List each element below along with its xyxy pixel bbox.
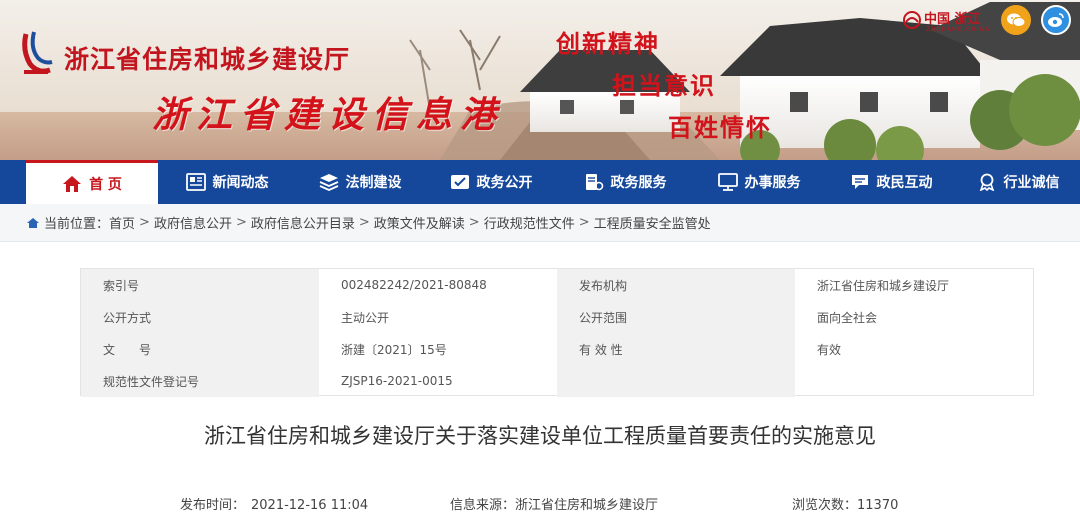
breadcrumb-separator: > (235, 215, 247, 230)
weibo-button[interactable] (1041, 5, 1071, 35)
breadcrumb-link[interactable]: 政府信息公开 (154, 213, 232, 232)
header-banner: 浙江省住房和城乡建设厅 浙江省建设信息港 创新精神 担当意识 百姓情怀 中国 浙… (0, 0, 1080, 160)
main-nav: 首 页 新闻动态 法制建设 政务公开 政务服务 办事服务 政民互动 行业诚信 (0, 160, 1080, 204)
info-value (795, 365, 1033, 397)
table-row: 文 号 浙建〔2021〕15号 有 效 性 有效 (81, 333, 1033, 365)
publish-time-label: 发布时间： (180, 498, 246, 513)
view-count-label: 浏览次数： (792, 498, 858, 513)
site-logo-icon[interactable] (20, 30, 54, 76)
nav-item-integrity[interactable]: 行业诚信 (956, 160, 1080, 204)
nav-item-affairs[interactable]: 办事服务 (692, 160, 826, 204)
breadcrumb-label: 当前位置： (44, 217, 110, 232)
slogan-2: 担当意识 (612, 71, 716, 100)
breadcrumb: 当前位置： 首页 > 政府信息公开 > 政府信息公开目录 > 政策文件及解读 >… (0, 204, 1080, 242)
breadcrumb-separator: > (139, 215, 150, 230)
info-value: 浙建〔2021〕15号 (341, 342, 447, 357)
info-label: 规范性文件登记号 (81, 365, 319, 397)
info-value: 主动公开 (341, 310, 390, 325)
wechat-button[interactable] (1001, 5, 1031, 35)
china-logo-icon (903, 11, 921, 29)
site-title: 浙江省住房和城乡建设厅 (64, 45, 351, 74)
nav-item-public[interactable]: 政务公开 (424, 160, 558, 204)
slogan-3: 百姓情怀 (668, 113, 772, 142)
slogan-1: 创新精神 (556, 29, 660, 58)
info-value: 有效 (817, 342, 842, 357)
breadcrumb-separator: > (468, 215, 480, 230)
nav-label-interaction: 政民互动 (876, 175, 933, 191)
info-value: ZJSP16-2021-0015 (341, 374, 453, 388)
china-logo-subtext: ZHEJIANG.CHINA (926, 26, 991, 33)
zhejiang-china-logo[interactable]: 中国 浙江 ZHEJIANG.CHINA (902, 8, 990, 38)
breadcrumb-link[interactable]: 工程质量安全监管处 (594, 213, 711, 232)
info-value: 002482242/2021-80848 (341, 278, 487, 292)
nav-label-service: 政务服务 (610, 175, 667, 191)
info-label: 发布机构 (557, 269, 795, 301)
breadcrumb-link[interactable]: 首页 (109, 213, 135, 232)
nav-label-affairs: 办事服务 (744, 175, 801, 191)
monitor-icon (717, 173, 738, 191)
location-home-icon (27, 217, 39, 228)
china-logo-text: 中国 浙江 (924, 12, 981, 27)
view-count: 浏览次数：11370 (792, 494, 898, 513)
breadcrumb-separator: > (358, 215, 370, 230)
nav-label-integrity: 行业诚信 (1003, 175, 1060, 191)
breadcrumb-link[interactable]: 政府信息公开目录 (251, 213, 355, 232)
document-info-table: 索引号 002482242/2021-80848 发布机构 浙江省住房和城乡建设… (80, 268, 1034, 397)
view-count-value: 11370 (857, 498, 899, 513)
article-title: 浙江省住房和城乡建设厅关于落实建设单位工程质量首要责任的实施意见 (204, 424, 876, 448)
wechat-icon (1007, 13, 1026, 27)
nav-label-news: 新闻动态 (212, 175, 269, 191)
source: 信息来源：浙江省住房和城乡建设厅 (450, 494, 658, 513)
table-row: 索引号 002482242/2021-80848 发布机构 浙江省住房和城乡建设… (81, 269, 1033, 301)
weibo-icon (1048, 13, 1064, 27)
source-label: 信息来源： (450, 498, 516, 513)
service-icon (585, 174, 603, 191)
news-icon (185, 173, 206, 191)
info-value: 浙江省住房和城乡建设厅 (817, 278, 950, 293)
badge-icon (979, 173, 994, 191)
nav-label-public: 政务公开 (476, 175, 533, 191)
breadcrumb-link[interactable]: 行政规范性文件 (484, 213, 575, 232)
layers-icon (319, 174, 338, 191)
nav-item-legal[interactable]: 法制建设 (296, 160, 424, 204)
breadcrumb-link[interactable]: 政策文件及解读 (374, 213, 465, 232)
info-value: 面向全社会 (817, 310, 878, 325)
public-icon (450, 175, 469, 189)
chat-icon (851, 175, 868, 189)
info-label: 有 效 性 (557, 333, 795, 365)
info-label (557, 365, 795, 397)
brand-title: 浙江省建设信息港 (152, 94, 505, 136)
source-value: 浙江省住房和城乡建设厅 (515, 498, 659, 513)
info-label: 公开范围 (557, 301, 795, 333)
table-row: 公开方式 主动公开 公开范围 面向全社会 (81, 301, 1033, 333)
info-label: 文 号 (81, 333, 319, 365)
nav-label-legal: 法制建设 (345, 175, 402, 191)
breadcrumb-separator: > (578, 215, 590, 230)
nav-item-news[interactable]: 新闻动态 (158, 160, 296, 204)
nav-label-home: 首 页 (89, 176, 122, 193)
nav-item-home[interactable]: 首 页 (26, 160, 158, 204)
info-label: 索引号 (81, 269, 319, 301)
nav-item-interaction[interactable]: 政民互动 (826, 160, 956, 204)
table-row: 规范性文件登记号 ZJSP16-2021-0015 (81, 365, 1033, 397)
nav-item-service[interactable]: 政务服务 (558, 160, 692, 204)
info-label: 公开方式 (81, 301, 319, 333)
home-icon (63, 175, 82, 192)
publish-time: 发布时间： 2021-12-16 11:04 (180, 494, 368, 513)
article-meta: 发布时间： 2021-12-16 11:04 信息来源：浙江省住房和城乡建设厅 浏… (0, 494, 1080, 514)
publish-time-value: 2021-12-16 11:04 (251, 498, 369, 513)
